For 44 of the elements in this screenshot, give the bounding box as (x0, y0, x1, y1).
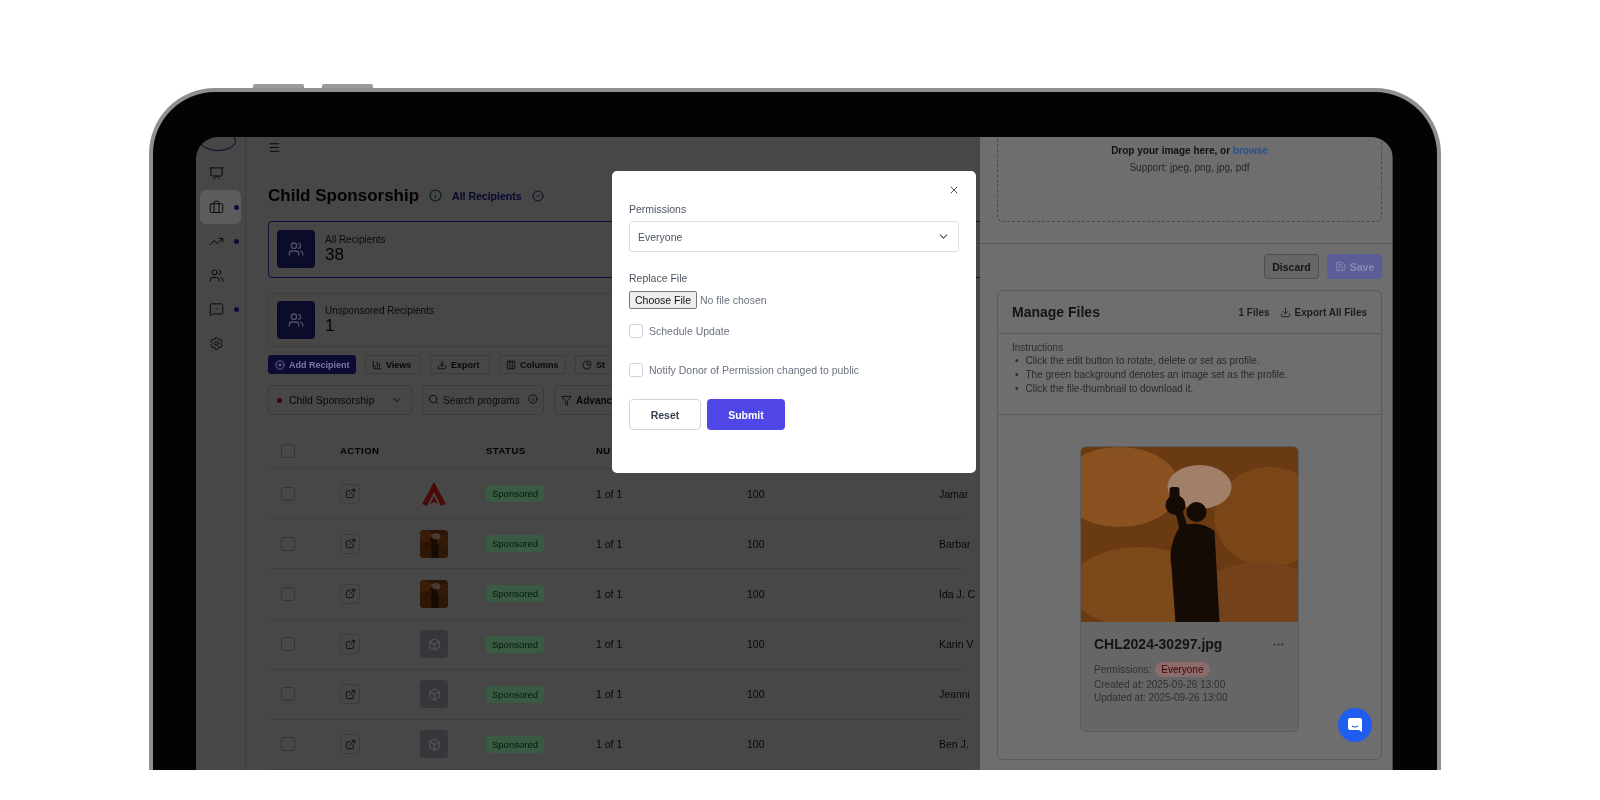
page-title: Child Sponsorship (268, 185, 420, 206)
bullet: • (1015, 354, 1019, 368)
table-cell-text: 100 (747, 688, 766, 701)
dropzone-hint: Support: jpeg, png, jpg, pdf (1129, 162, 1250, 173)
status-badge: Sponsored (486, 535, 544, 553)
instruction-item: Click the file-thumbnail to download it. (1025, 382, 1194, 396)
permission-badge: Everyone (1155, 662, 1210, 677)
table-cell-text: 100 (747, 587, 766, 600)
option-label: Schedule Update (649, 325, 730, 337)
stat-value: 38 (325, 244, 344, 265)
table-cell: Jamar (939, 487, 969, 500)
status-badge: Sponsored (486, 635, 544, 653)
field-label: Permissions (629, 203, 688, 215)
column-header: NU (596, 445, 612, 457)
status-badge: Sponsored (486, 585, 544, 603)
table-cell: Ben J. (939, 738, 969, 751)
file-status: No file chosen (700, 294, 767, 306)
option-label: Notify Donor of Permission changed to public (649, 364, 860, 376)
table-cell-text: 100 (747, 738, 766, 751)
column-header: ACTION (340, 445, 381, 457)
table-cell: Ida J. C (939, 587, 976, 600)
table-cell: Barbar (939, 537, 971, 550)
status-badge: Sponsored (486, 735, 544, 753)
table-cell: Jeanni (939, 688, 970, 701)
field-label: Replace File (629, 272, 689, 284)
table-cell-text: 100 (747, 537, 766, 550)
table-cell-text: 100 (747, 638, 766, 651)
stat-label: Unsponsored Recipients (325, 304, 434, 316)
stat-label: All Recipients (325, 233, 386, 245)
dropzone-text: Drop your image here, or browse (1111, 145, 1268, 156)
status-badge: Sponsored (486, 485, 544, 503)
bullet: • (1015, 382, 1019, 396)
instructions-title: Instructions (1012, 342, 1065, 353)
bullet: • (1015, 368, 1019, 382)
column-header: STATUS (486, 445, 527, 457)
card-title: Manage Files (1012, 304, 1101, 320)
instruction-item: The green background denotes an image set as the profile. (1025, 368, 1288, 382)
status-badge: Sponsored (486, 685, 544, 703)
file-name: CHL2024-30297.jpg (1094, 636, 1223, 652)
table-cell: Karin V (939, 638, 974, 651)
file-count: 1 Files (1238, 306, 1270, 318)
stat-value: 1 (325, 315, 335, 336)
instruction-item: Click the edit button to rotate, delete or set as profile. (1025, 354, 1260, 368)
table-cell-text: 100 (747, 487, 766, 500)
